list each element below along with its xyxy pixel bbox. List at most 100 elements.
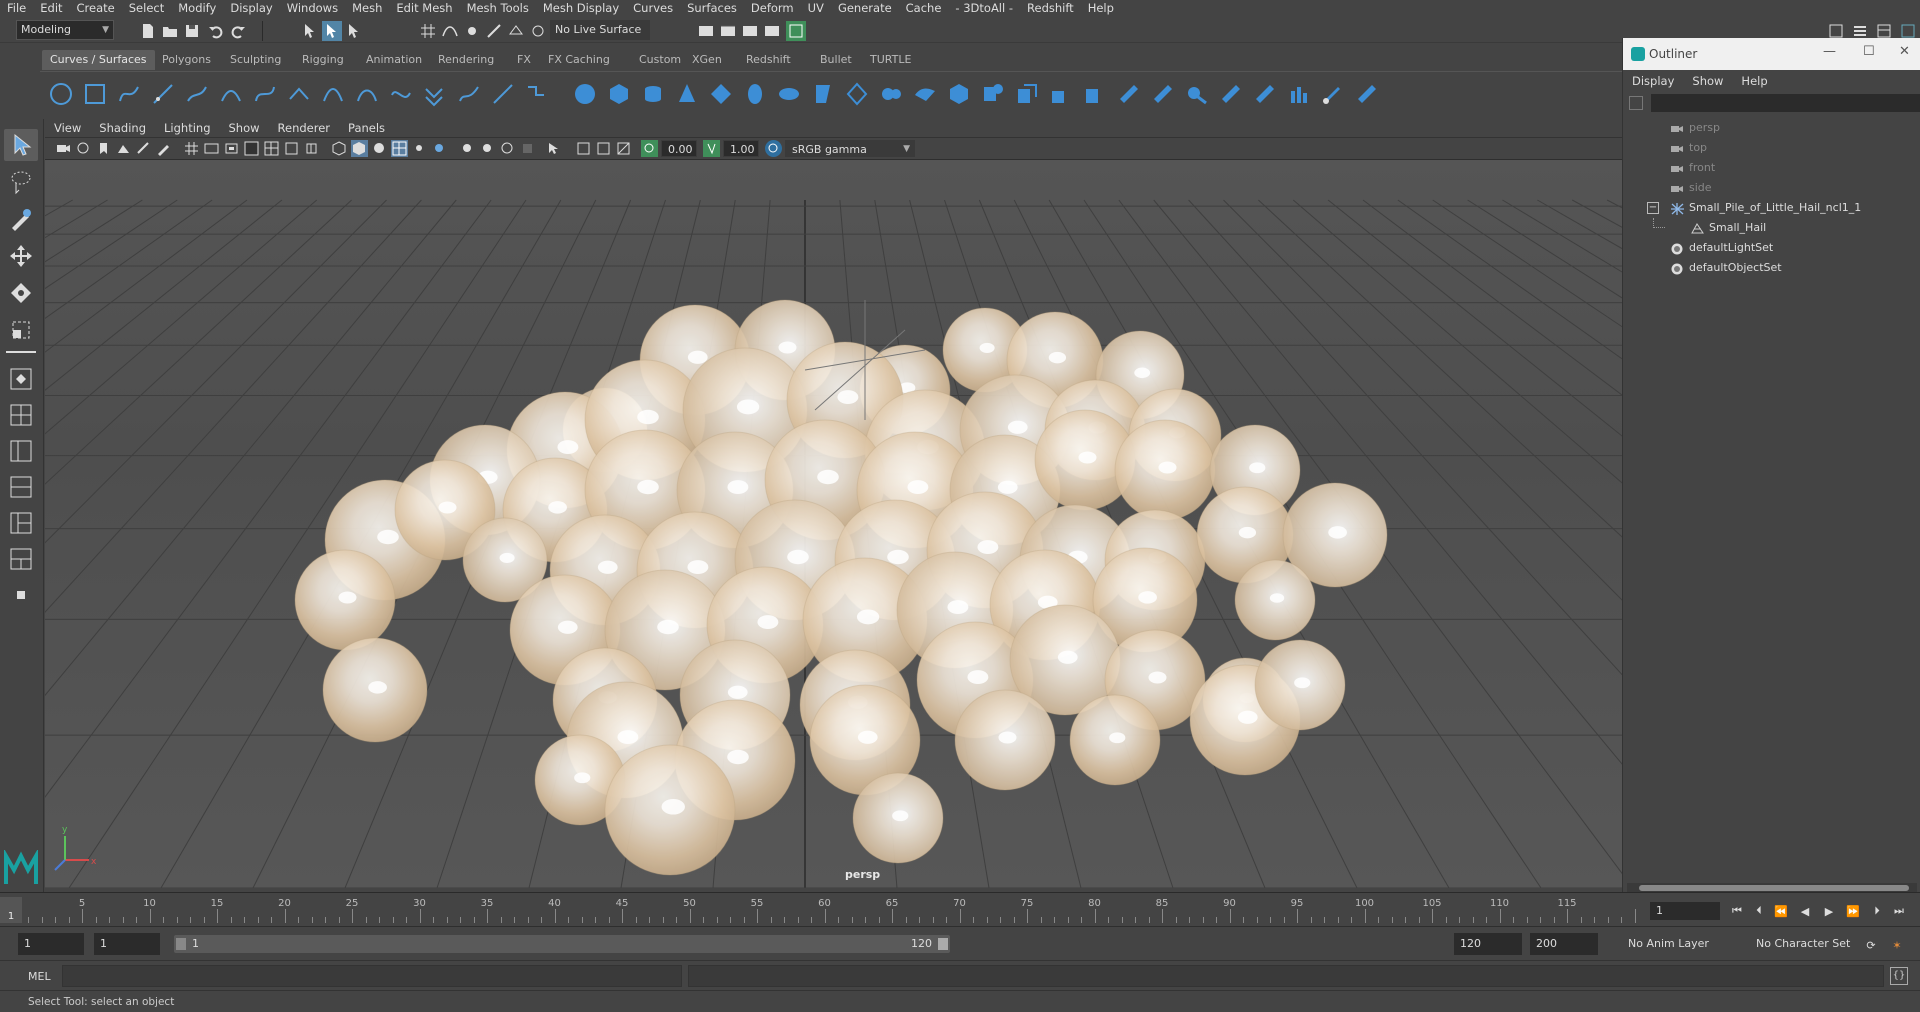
outliner-item[interactable]: − Small_Pile_of_Little_Hail_ncl1_1 <box>1623 198 1920 218</box>
birail-icon[interactable] <box>910 79 940 109</box>
offset-curve-icon[interactable] <box>420 79 450 109</box>
redo-icon[interactable] <box>228 21 248 41</box>
film-gate-icon[interactable] <box>203 140 220 157</box>
bookmark-icon[interactable] <box>95 140 112 157</box>
scale-tool-icon[interactable] <box>4 314 38 346</box>
shadows-icon[interactable] <box>431 140 448 157</box>
snap-view-icon[interactable] <box>484 21 504 41</box>
render-view-icon[interactable] <box>762 21 782 41</box>
revolve-icon[interactable] <box>774 79 804 109</box>
menu-display[interactable]: Display <box>223 0 279 17</box>
persp-outliner-icon[interactable] <box>4 435 38 467</box>
insert-knot-icon[interactable] <box>352 79 382 109</box>
detach-surfaces-icon[interactable] <box>1250 79 1280 109</box>
menu-surfaces[interactable]: Surfaces <box>680 0 744 17</box>
lasso-tool-icon[interactable] <box>4 166 38 198</box>
select-hierarchy-icon[interactable] <box>300 21 320 41</box>
play-backwards-icon[interactable]: ◀ <box>1796 903 1814 919</box>
project-curve-icon[interactable] <box>1080 79 1110 109</box>
outliner-item[interactable]: front <box>1623 158 1920 178</box>
step-forward-key-icon[interactable]: ⏩ <box>1844 903 1862 919</box>
image-plane-icon[interactable] <box>115 140 132 157</box>
grid-toggle-icon[interactable] <box>183 140 200 157</box>
step-back-key-icon[interactable]: ⏪ <box>1772 903 1790 919</box>
menu-3dtoall[interactable]: - 3DtoAll - <box>948 0 1020 17</box>
open-close-icon[interactable] <box>1284 79 1314 109</box>
menu-generate[interactable]: Generate <box>831 0 899 17</box>
select-tool-icon[interactable] <box>4 129 38 161</box>
outliner-item[interactable]: defaultLightSet <box>1623 238 1920 258</box>
resolution-gate-icon[interactable] <box>223 140 240 157</box>
filter-icon[interactable] <box>1629 96 1643 110</box>
gamma-field[interactable]: 1.00 <box>723 140 759 157</box>
duplicate-surface-icon[interactable] <box>1046 79 1076 109</box>
menu-file[interactable]: File <box>0 0 33 17</box>
nurbs-cube-icon[interactable] <box>604 79 634 109</box>
script-language-toggle[interactable]: MEL <box>28 970 51 983</box>
panel-menu-show[interactable]: Show <box>220 121 269 135</box>
shelf-tab-animation[interactable]: Animation <box>358 50 430 70</box>
smooth-shade-icon[interactable] <box>351 140 368 157</box>
shelf-tab-polygons[interactable]: Polygons <box>154 50 219 70</box>
go-to-end-icon[interactable]: ⏭ <box>1890 903 1908 919</box>
nurbs-plane-icon[interactable] <box>706 79 736 109</box>
pencil-curve-icon[interactable] <box>182 79 212 109</box>
script-editor-icon[interactable]: {} <box>1890 967 1908 985</box>
panel-menu-panels[interactable]: Panels <box>339 121 394 135</box>
exposure-field[interactable]: 0.00 <box>661 140 697 157</box>
shelf-tab-rigging[interactable]: Rigging <box>294 50 352 70</box>
animation-prefs-icon[interactable]: ✶ <box>1888 937 1906 953</box>
range-start-handle[interactable] <box>176 938 186 950</box>
attach-surfaces-icon[interactable] <box>1216 79 1246 109</box>
step-back-frame-icon[interactable]: ⏴ <box>1750 903 1768 919</box>
scroll-thumb[interactable] <box>1639 885 1909 891</box>
shelf-tab-fx-caching[interactable]: FX Caching <box>540 50 618 70</box>
isolate-select-icon[interactable] <box>545 140 562 157</box>
close-icon[interactable]: ✕ <box>1899 44 1910 59</box>
time-slider-track[interactable]: 5 10 15 20 25 30 35 40 45 50 55 60 65 70 75 80 85 90 95 100… <box>22 897 1642 923</box>
select-object-icon[interactable] <box>322 21 342 41</box>
surface-editing-icon[interactable] <box>1352 79 1382 109</box>
save-scene-icon[interactable] <box>182 21 202 41</box>
shelf-tab-turtle[interactable]: TURTLE <box>862 50 919 70</box>
step-forward-frame-icon[interactable]: ⏵ <box>1868 903 1886 919</box>
menu-edit-mesh[interactable]: Edit Mesh <box>389 0 459 17</box>
nurbs-cone-icon[interactable] <box>672 79 702 109</box>
menu-curves[interactable]: Curves <box>626 0 680 17</box>
select-component-icon[interactable] <box>344 21 364 41</box>
bevel-plus-icon[interactable] <box>1012 79 1042 109</box>
menu-set-dropdown[interactable]: Modeling ▼ <box>16 20 114 40</box>
layout-expand-icon[interactable] <box>4 579 38 611</box>
maximize-icon[interactable]: ☐ <box>1863 44 1875 59</box>
playback-start-field[interactable]: 1 <box>94 933 160 955</box>
shelf-tab-redshift[interactable]: Redshift <box>738 50 799 70</box>
field-chart-icon[interactable] <box>263 140 280 157</box>
safe-action-icon[interactable] <box>283 140 300 157</box>
render-settings-icon[interactable] <box>696 21 716 41</box>
command-input[interactable] <box>62 965 682 987</box>
curve-editing-icon[interactable] <box>522 79 552 109</box>
animation-start-field[interactable]: 1 <box>18 933 84 955</box>
outliner-menu-help[interactable]: Help <box>1732 74 1776 88</box>
hail-pile-mesh[interactable] <box>294 299 1388 876</box>
auto-key-icon[interactable]: ⟳ <box>1862 937 1880 953</box>
default-material-icon[interactable] <box>371 140 388 157</box>
cv-curve-tool-icon[interactable] <box>114 79 144 109</box>
use-all-lights-icon[interactable] <box>411 140 428 157</box>
square-surface-icon[interactable] <box>978 79 1008 109</box>
screen-space-ao-icon[interactable] <box>459 140 476 157</box>
nurbs-cylinder-icon[interactable] <box>638 79 668 109</box>
range-end-handle[interactable] <box>938 938 948 950</box>
intersect-surfaces-icon[interactable] <box>1114 79 1144 109</box>
ipr-render-icon[interactable] <box>740 21 760 41</box>
panel-menu-lighting[interactable]: Lighting <box>155 121 219 135</box>
paint-select-icon[interactable] <box>4 203 38 235</box>
range-slider[interactable]: 1 120 <box>174 935 950 953</box>
nurbs-square-icon[interactable] <box>80 79 110 109</box>
snap-grid-icon[interactable] <box>418 21 438 41</box>
persp-uv-icon[interactable] <box>4 543 38 575</box>
gamma-toggle-icon[interactable] <box>703 140 720 157</box>
menu-cache[interactable]: Cache <box>899 0 949 17</box>
nurbs-torus-icon[interactable] <box>740 79 770 109</box>
single-perspective-icon[interactable] <box>4 363 38 395</box>
